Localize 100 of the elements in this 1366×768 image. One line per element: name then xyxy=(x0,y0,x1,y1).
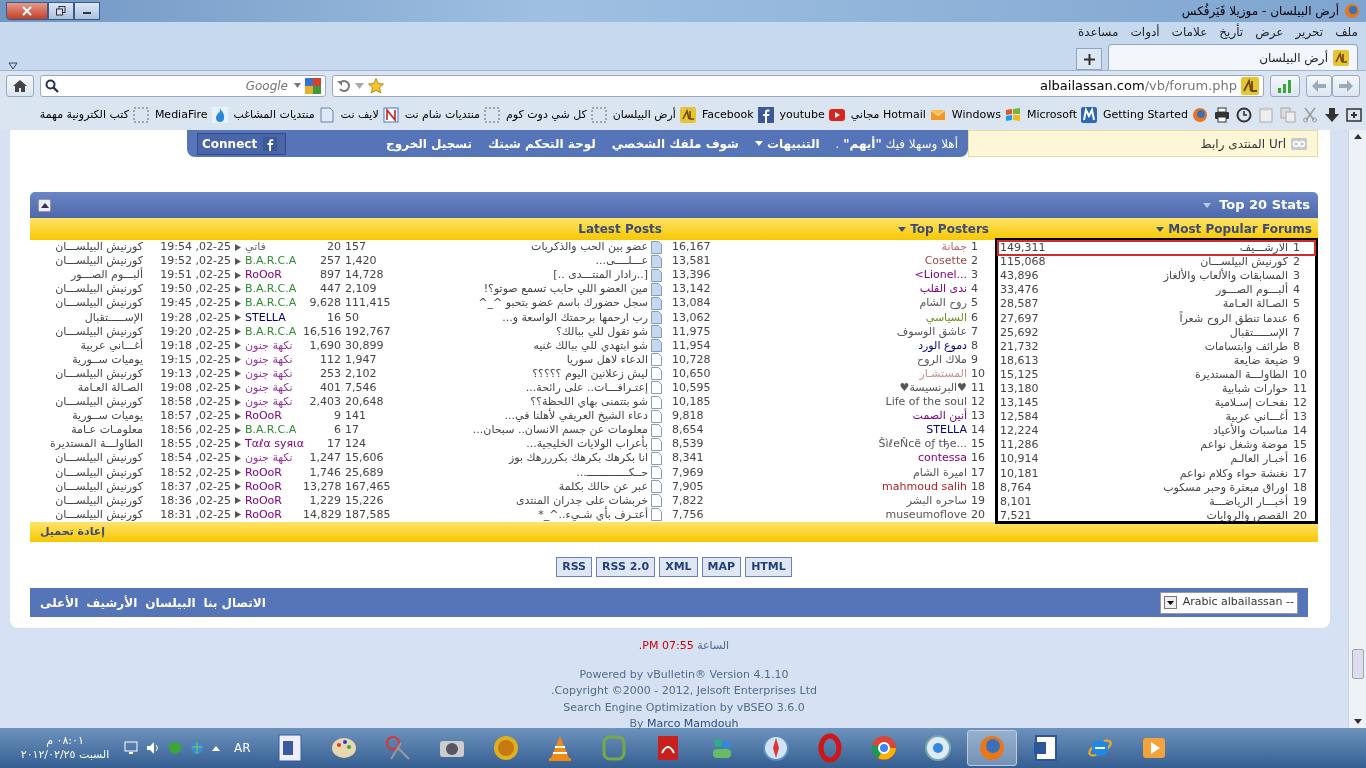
forum-link[interactable]: أغـــاني عربية xyxy=(35,338,143,353)
forum-link[interactable]: نغنشة حواء وكلام نواعم xyxy=(1060,466,1288,481)
bookmark-link[interactable]: MediaFire xyxy=(154,106,228,124)
caret-up-icon[interactable] xyxy=(212,745,220,751)
forum-link[interactable]: اوراق مبعثرة وحبر مسكوب xyxy=(1060,480,1288,495)
poster-link[interactable]: museumoflove xyxy=(716,507,967,522)
user-menu-link[interactable]: شوف ملفك الشخصي xyxy=(611,134,739,153)
forum-link[interactable]: الطاولـــة المستديرة xyxy=(35,437,143,452)
feed-button[interactable]: MAP xyxy=(701,557,742,577)
author-link[interactable]: Marco Mamdouh xyxy=(647,717,739,730)
poster-link[interactable]: نكهة جنون xyxy=(241,381,303,395)
thread-title[interactable]: أعتـرف بأي شـيء..^_* xyxy=(399,507,651,522)
forum-link[interactable]: الارشـــيف xyxy=(1060,241,1288,256)
scrollbar[interactable] xyxy=(1348,130,1366,728)
poster-link[interactable]: Cosette xyxy=(716,254,967,269)
restore-button[interactable] xyxy=(48,2,74,20)
network-icon[interactable] xyxy=(124,741,138,755)
bookmark-link[interactable]: منتديات شام نت xyxy=(404,106,500,124)
poster-link[interactable]: نكهة جنون xyxy=(241,338,303,353)
menu-item[interactable]: ملف xyxy=(1335,23,1358,41)
poster-link[interactable]: نكهة جنون xyxy=(241,352,303,367)
minimize-button[interactable] xyxy=(74,2,100,20)
forum-link[interactable]: الصـالة العـامة xyxy=(35,381,143,395)
feed-button[interactable]: HTML xyxy=(745,557,792,577)
speaker-icon[interactable] xyxy=(146,741,160,755)
poster-link[interactable]: RoOoR xyxy=(241,465,303,480)
menu-item[interactable]: عرض xyxy=(1255,23,1284,41)
signal-button[interactable] xyxy=(1270,74,1300,97)
forum-link[interactable]: طرائف وابتسامات xyxy=(1060,339,1288,354)
connect-button[interactable]: Connect xyxy=(197,132,287,155)
thread-title[interactable]: شو ابتهدي للي ببالك غنيه xyxy=(399,338,651,353)
menu-item[interactable]: تأريخ xyxy=(1219,23,1244,41)
forum-link[interactable]: عندما تنطق الروح شعراً xyxy=(1060,311,1288,326)
poster-link[interactable]: STELLA xyxy=(241,310,303,325)
poster-link[interactable]: جمانة xyxy=(716,240,967,255)
thread-title[interactable]: بأعراب الولايات الخليجية... xyxy=(399,437,651,452)
poster-link[interactable]: <Lionel... xyxy=(716,268,967,283)
caret-icon[interactable] xyxy=(1156,226,1165,232)
forum-link[interactable]: كورنيش البيلســـان xyxy=(35,324,143,339)
forum-link[interactable]: كورنيش البيلســـان xyxy=(35,479,143,494)
forum-link[interactable]: الصـالة العـامة xyxy=(1060,297,1288,312)
thread-title[interactable]: شو تقول للي ببالك؟ xyxy=(399,324,651,339)
forum-link[interactable]: معلومـات عـامة xyxy=(35,423,143,438)
bookmark-link[interactable]: Hotmail مجاني xyxy=(850,106,946,124)
user-menu-link[interactable]: لوحة التحكم شيتك xyxy=(488,134,596,153)
thread-title[interactable]: عبر عن حالك بكلمة xyxy=(399,479,651,494)
bookmark-link[interactable]: Facebook xyxy=(701,106,774,124)
forum-link[interactable]: مناسبات والأعياد xyxy=(1060,424,1288,439)
chevron-down-icon[interactable] xyxy=(1353,719,1362,724)
poster-link[interactable]: اميرة الشام xyxy=(716,465,967,480)
poster-link[interactable]: Tαℓα ѕуяια xyxy=(241,437,303,452)
column-heading[interactable]: Latest Posts xyxy=(578,220,662,238)
download-icon[interactable] xyxy=(1324,107,1340,123)
globe-icon[interactable] xyxy=(922,733,953,763)
poster-link[interactable]: B.A.R.C.A xyxy=(241,254,303,269)
poster-link[interactable]: contessa xyxy=(716,451,967,466)
forum-link[interactable]: أغـــاني عربية xyxy=(1060,410,1288,425)
forum-link[interactable]: كورنيش البيلســـان xyxy=(35,451,143,466)
poster-link[interactable]: نكهة جنون xyxy=(241,366,303,381)
language-indicator[interactable]: AR xyxy=(234,739,251,757)
menu-item[interactable]: مساعدة xyxy=(1077,23,1119,41)
home-button[interactable] xyxy=(6,74,34,97)
footer-link[interactable]: الأعلى xyxy=(40,593,79,612)
footer-link[interactable]: البيلسان xyxy=(145,593,196,612)
poster-link[interactable]: B.A.R.C.A xyxy=(241,423,303,438)
poster-link[interactable]: دموع الورد xyxy=(716,338,967,353)
poster-link[interactable]: ♥البرنسيسة♥ xyxy=(716,381,967,395)
forum-link[interactable]: كورنيش البيلســـان xyxy=(35,282,143,297)
column-heading[interactable]: Top Posters xyxy=(910,220,989,238)
user-menu-link[interactable]: التنبيهات xyxy=(754,134,820,153)
poster-link[interactable]: STELLA xyxy=(716,423,967,438)
bookmark-link[interactable]: Getting Started xyxy=(1102,106,1208,124)
style-select[interactable]: Arabic albailassan -- xyxy=(1160,591,1298,614)
poster-link[interactable]: mahmoud salih xyxy=(716,479,967,494)
user-menu-link[interactable]: تسجيل الخروج xyxy=(386,134,473,153)
search-input[interactable]: Google xyxy=(63,75,290,96)
printer-icon[interactable] xyxy=(1214,107,1230,123)
bookmark-link[interactable]: كل شي دوت كوم xyxy=(506,106,607,124)
search-bar[interactable]: Google xyxy=(40,74,326,97)
poster-link[interactable]: ساحره البشر xyxy=(716,493,967,508)
poster-link[interactable]: B.A.R.C.A xyxy=(241,324,303,339)
forum-link[interactable]: يوميات ســورية xyxy=(35,352,143,367)
bookmark-link[interactable]: Microsoft xyxy=(1026,106,1097,124)
poster-link[interactable]: روح الشام xyxy=(716,296,967,311)
forum-link[interactable]: الطاولـــة المستديرة xyxy=(1060,367,1288,382)
forum-link[interactable]: كورنيش البيلســـان xyxy=(35,507,143,522)
forum-link[interactable]: أخبـــار الرياضـــة xyxy=(1060,494,1288,509)
compass-icon[interactable] xyxy=(760,733,791,763)
forum-link[interactable]: أخبـار العالـم xyxy=(1060,452,1288,467)
poster-link[interactable]: RoOoR xyxy=(241,479,303,494)
menu-item[interactable]: تحرير xyxy=(1295,23,1324,41)
caret-icon[interactable] xyxy=(294,83,301,88)
poster-link[interactable]: عاشق الوسوف xyxy=(716,324,967,339)
poster-link[interactable]: ندى القلب xyxy=(716,282,967,297)
forum-link[interactable]: كورنيش البيلســـان xyxy=(35,240,143,255)
menu-item[interactable]: أدوات xyxy=(1130,23,1160,41)
poster-link[interactable]: ŠìℓeŇcё oƒ tђe... xyxy=(716,437,967,452)
poster-link[interactable]: السياسي xyxy=(716,310,967,325)
reload-icon[interactable] xyxy=(337,78,351,93)
thread-title[interactable]: عضو بين الحب والذكريات xyxy=(399,240,651,255)
